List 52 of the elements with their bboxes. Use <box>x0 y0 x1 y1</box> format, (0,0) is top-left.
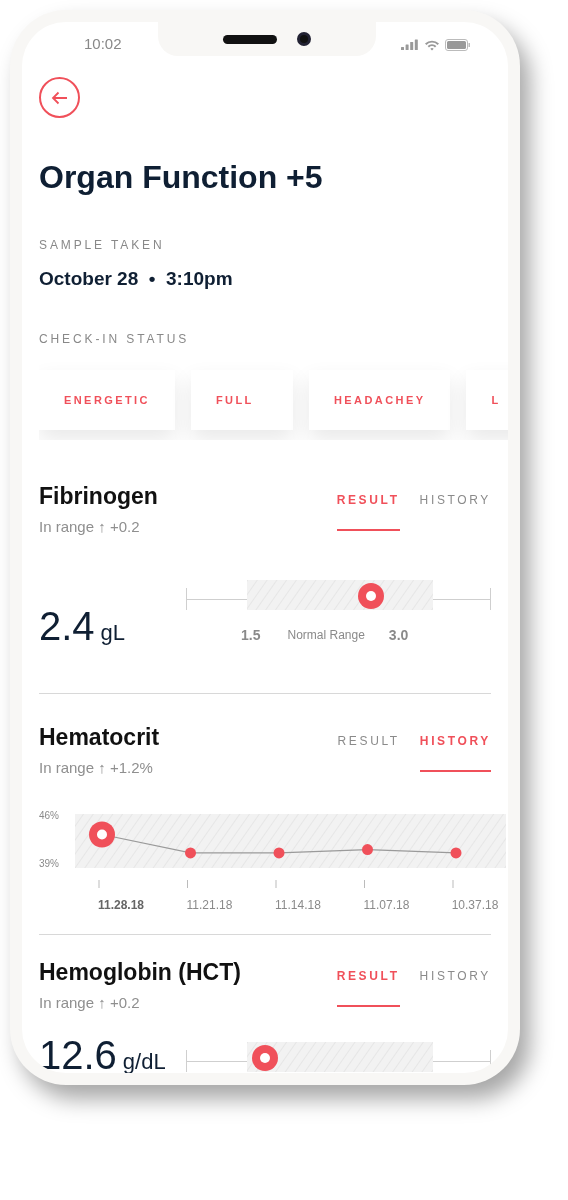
y-tick-label: 46% <box>39 809 59 821</box>
x-tick-label: 11.14.18 <box>275 898 321 911</box>
metric-name: Hemoglobin (HCT) <box>39 958 241 987</box>
data-point <box>450 847 462 859</box>
range-status: In range ↑ +0.2 <box>39 993 141 1013</box>
tick-mark <box>98 879 100 889</box>
metric-tab[interactable]: RESULT <box>336 966 400 1007</box>
metric-tab[interactable]: HISTORY <box>419 731 491 772</box>
range-low: 1.5 <box>241 627 261 643</box>
x-tick-label: 10.37.18 <box>451 898 499 911</box>
x-tick-label: 11.21.18 <box>186 898 233 911</box>
wifi-icon <box>424 38 440 51</box>
signal-icon <box>401 39 419 50</box>
data-point <box>362 844 373 856</box>
status-card[interactable]: HEADACHEY <box>308 370 451 430</box>
result-value: 2.4 <box>39 610 95 642</box>
tick-mark <box>187 879 188 889</box>
data-point <box>185 847 196 859</box>
battery-icon <box>445 38 470 51</box>
metric-tab[interactable]: HISTORY <box>419 966 491 1007</box>
tick-mark <box>452 879 454 889</box>
metric-tab[interactable]: RESULT <box>337 731 400 772</box>
back-button[interactable] <box>39 77 80 118</box>
status-time: 10:02 <box>84 34 122 55</box>
metric-name: Hematocrit <box>39 723 160 752</box>
result-value: 12.6 <box>39 1039 117 1071</box>
range-high: 3.0 <box>388 627 409 643</box>
camera-icon <box>297 32 311 46</box>
arrow-left-icon <box>50 90 69 105</box>
section-label: CHECK-IN STATUS <box>39 331 191 347</box>
sample-date: October 28 • 3:10pm <box>39 267 234 291</box>
x-tick-label: 11.28.18 <box>97 898 145 911</box>
tick-mark <box>275 879 277 889</box>
metric-tab[interactable]: RESULT <box>336 490 400 531</box>
data-point <box>273 847 285 859</box>
speaker-icon <box>223 34 277 44</box>
section-label: SAMPLE TAKEN <box>39 237 166 253</box>
x-tick-label: 11.07.18 <box>363 898 410 911</box>
result-unit: g/dL <box>122 1052 166 1072</box>
range-status: In range ↑ +0.2 <box>39 517 141 537</box>
status-card[interactable]: L <box>466 370 508 430</box>
metric-name: Fibrinogen <box>39 482 158 511</box>
result-unit: gL <box>100 623 126 643</box>
y-tick-label: 39% <box>39 857 59 869</box>
tick-mark <box>364 879 365 889</box>
status-card[interactable]: ENERGETIC <box>39 370 175 430</box>
page-title: Organ Function +5 <box>39 158 324 197</box>
data-point <box>89 821 115 848</box>
range-status: In range ↑ +1.2% <box>39 758 154 778</box>
status-card[interactable]: FULL <box>190 370 293 430</box>
metric-tab[interactable]: HISTORY <box>419 490 491 531</box>
range-label: Normal Range <box>287 627 365 643</box>
